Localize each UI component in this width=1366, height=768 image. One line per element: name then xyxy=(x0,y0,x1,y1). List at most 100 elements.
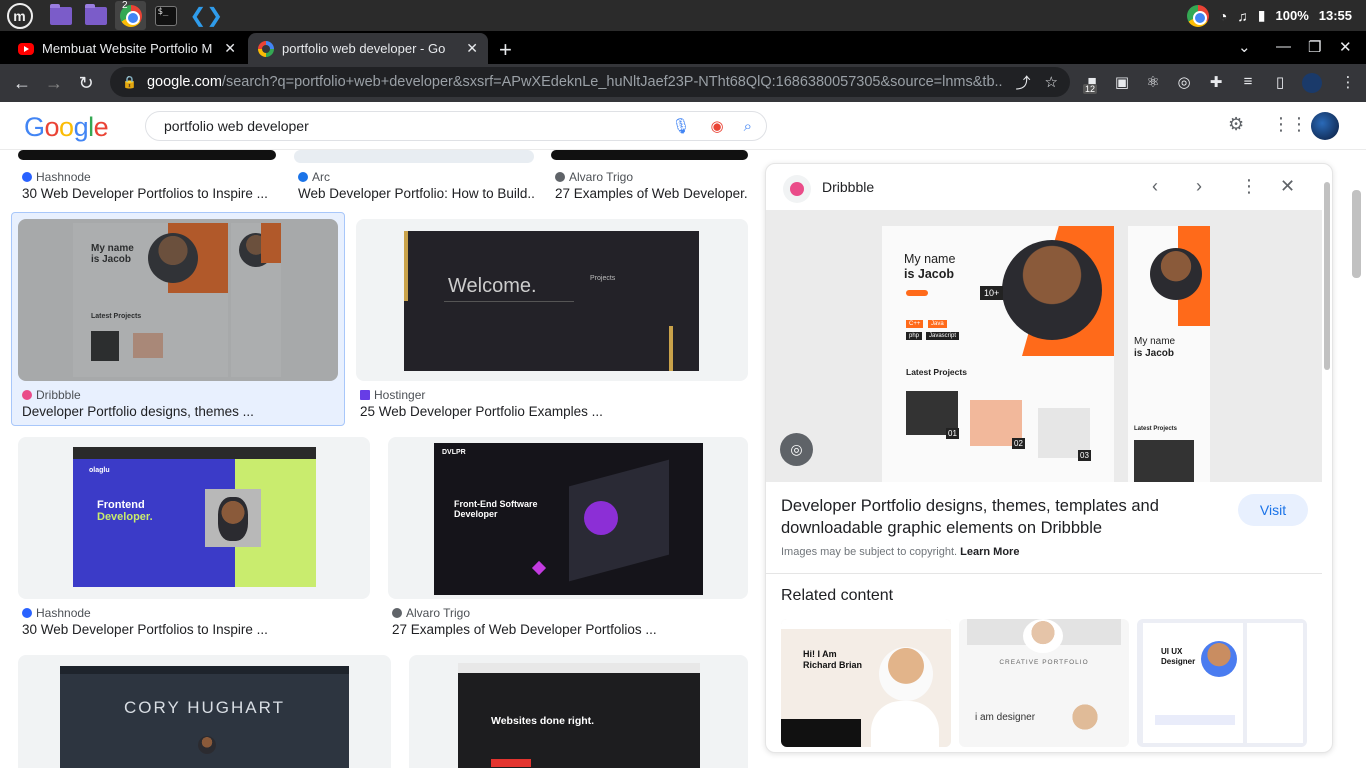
google-logo[interactable]: Google xyxy=(24,112,109,143)
related-text: UI UX xyxy=(1161,647,1183,656)
next-image-chevron-icon[interactable]: › xyxy=(1196,176,1202,197)
panel-scrollbar-thumb[interactable] xyxy=(1324,182,1330,370)
result-card[interactable]: Hashnode 30 Web Developer Portfolios to … xyxy=(18,150,276,201)
thumbnail-artwork xyxy=(871,701,939,747)
result-source: Alvaro Trigo xyxy=(392,606,470,620)
result-card[interactable]: Alvaro Trigo 27 Examples of Web Develope… xyxy=(551,150,748,201)
back-button[interactable]: ← xyxy=(6,73,38,94)
side-panel-icon[interactable]: ▯ xyxy=(1270,73,1290,93)
lens-search-button[interactable]: ◎ xyxy=(780,433,813,466)
extensions-puzzle-icon[interactable]: ✚ xyxy=(1206,73,1226,93)
result-title[interactable]: 25 Web Developer Portfolio Examples ... xyxy=(360,404,748,419)
close-tab-icon[interactable]: ✕ xyxy=(466,40,478,57)
chrome-tray-icon[interactable] xyxy=(1186,4,1209,27)
search-box[interactable]: 🎙 ◉ ⌕ xyxy=(145,111,767,141)
related-image[interactable]: Hi! I Am Richard Brian xyxy=(781,619,951,747)
extension-icon-2[interactable]: ▣ xyxy=(1112,73,1132,93)
account-avatar[interactable] xyxy=(1311,112,1339,140)
close-window-button[interactable]: ✕ xyxy=(1339,38,1352,56)
divider xyxy=(766,573,1322,574)
result-card-selected[interactable]: My name is Jacob Latest Projects Dribbbl… xyxy=(11,212,345,426)
search-input[interactable] xyxy=(164,118,652,134)
reload-button[interactable]: ↻ xyxy=(70,73,102,94)
tab-google-search[interactable]: portfolio web developer - Go ✕ xyxy=(248,33,488,64)
clock[interactable]: 13:55 xyxy=(1319,8,1352,23)
result-card[interactable]: DVLPR Front-End Software Developer Alvar… xyxy=(388,437,748,637)
apps-grid-icon[interactable]: ⋮⋮ xyxy=(1272,114,1308,135)
result-thumbnail[interactable] xyxy=(18,150,276,160)
result-source: Hostinger xyxy=(360,388,425,402)
result-thumbnail[interactable] xyxy=(294,150,534,163)
panel-source-name[interactable]: Dribbble xyxy=(822,179,874,195)
result-thumbnail[interactable]: CORY HUGHART xyxy=(18,655,391,768)
files-app-button-2[interactable] xyxy=(80,1,111,30)
result-thumbnail[interactable]: olaglu Frontend Developer. xyxy=(18,437,370,599)
result-card[interactable]: Arc Web Developer Portfolio: How to Buil… xyxy=(294,150,534,201)
mint-menu-button[interactable]: m xyxy=(4,1,35,30)
thumbnail-artwork xyxy=(218,497,248,541)
profile-avatar[interactable] xyxy=(1302,73,1322,93)
result-title[interactable]: 30 Web Developer Portfolios to Inspire .… xyxy=(22,186,272,201)
extension-icon-4[interactable]: ◎ xyxy=(1174,73,1194,93)
related-image[interactable]: CREATIVE PORTFOLIO i am designer xyxy=(959,619,1129,747)
related-text: CREATIVE PORTFOLIO xyxy=(999,659,1089,666)
vscode-app-button[interactable]: ❮❯ xyxy=(185,1,224,30)
thumbnail-artwork xyxy=(60,666,349,674)
result-card[interactable]: olaglu Frontend Developer. Hashnode 30 W… xyxy=(18,437,370,637)
result-source: Hashnode xyxy=(22,606,91,620)
result-thumbnail[interactable]: DVLPR Front-End Software Developer xyxy=(388,437,748,599)
result-title[interactable]: 30 Web Developer Portfolios to Inspire .… xyxy=(22,622,370,637)
result-title[interactable]: 27 Examples of Web Developer Portfolios … xyxy=(392,622,748,637)
address-bar[interactable]: 🔒 google.com/search?q=portfolio+web+deve… xyxy=(110,67,1070,97)
more-options-icon[interactable]: ⋮ xyxy=(1240,176,1258,197)
result-card[interactable]: CORY HUGHART xyxy=(18,655,391,768)
result-title[interactable]: Developer Portfolio designs, themes ... xyxy=(22,404,342,419)
preview-text: is Jacob xyxy=(904,267,955,281)
visit-button[interactable]: Visit xyxy=(1238,494,1308,526)
bookmark-star-icon[interactable]: ☆ xyxy=(1045,73,1058,91)
result-thumbnail[interactable]: My name is Jacob Latest Projects xyxy=(18,219,338,381)
files-app-button[interactable] xyxy=(45,1,76,30)
result-title[interactable]: Web Developer Portfolio: How to Build... xyxy=(298,186,534,201)
close-tab-icon[interactable]: ✕ xyxy=(224,40,236,57)
result-thumbnail[interactable] xyxy=(551,150,748,160)
tab-search-icon[interactable]: ⌄ xyxy=(1238,38,1251,56)
battery-icon[interactable]: ▮ xyxy=(1258,7,1266,24)
result-thumbnail[interactable]: Websites done right. xyxy=(409,655,748,768)
chrome-app-button[interactable] xyxy=(115,1,146,30)
google-lens-icon[interactable]: ◉ xyxy=(711,117,724,135)
voice-search-icon[interactable]: 🎙 xyxy=(671,117,690,135)
close-panel-icon[interactable]: ✕ xyxy=(1280,176,1295,197)
media-control-icon[interactable]: ≡ xyxy=(1238,73,1258,93)
result-card[interactable]: Welcome. Projects Hostinger 25 Web Devel… xyxy=(356,219,748,419)
result-thumbnail[interactable]: Welcome. Projects xyxy=(356,219,748,381)
music-icon[interactable]: ♫ xyxy=(1237,8,1248,24)
learn-more-link[interactable]: Learn More xyxy=(960,546,1019,558)
share-icon[interactable]: ⤴ xyxy=(1016,72,1031,93)
terminal-app-button[interactable]: $_ xyxy=(150,1,181,30)
wifi-icon[interactable]: ◔ xyxy=(1219,8,1227,24)
tab-youtube[interactable]: Membuat Website Portfolio M ✕ xyxy=(8,33,246,64)
url-host: google.com xyxy=(146,74,222,90)
forward-button[interactable]: → xyxy=(38,73,70,94)
panel-preview-image[interactable]: My name is Jacob 10+ C++ Java php Javasc… xyxy=(766,210,1322,482)
panel-scrollbar[interactable] xyxy=(1322,174,1332,749)
thumbnail-artwork xyxy=(669,326,673,371)
result-title[interactable]: 27 Examples of Web Developer... xyxy=(555,186,748,201)
lock-icon[interactable]: 🔒 xyxy=(122,75,137,89)
minimize-button[interactable]: — xyxy=(1276,38,1291,55)
panel-title[interactable]: Developer Portfolio designs, themes, tem… xyxy=(781,495,1201,539)
react-devtools-icon[interactable]: ⚛ xyxy=(1143,73,1163,93)
new-tab-button[interactable]: + xyxy=(499,37,512,63)
search-icon[interactable]: ⌕ xyxy=(744,118,752,135)
dribbble-icon xyxy=(22,390,32,400)
thumb-text: Developer xyxy=(454,509,498,519)
settings-gear-icon[interactable]: ⚙ xyxy=(1228,114,1244,135)
page-scrollbar[interactable] xyxy=(1352,190,1361,278)
related-image[interactable]: UI UX Designer xyxy=(1137,619,1307,747)
previous-image-chevron-icon[interactable]: ‹ xyxy=(1152,176,1158,197)
browser-tabstrip: Membuat Website Portfolio M ✕ portfolio … xyxy=(0,31,1366,64)
result-card[interactable]: Websites done right. xyxy=(409,655,748,768)
maximize-button[interactable]: ❐ xyxy=(1308,38,1321,56)
chrome-menu-icon[interactable]: ⋮ xyxy=(1338,73,1358,93)
